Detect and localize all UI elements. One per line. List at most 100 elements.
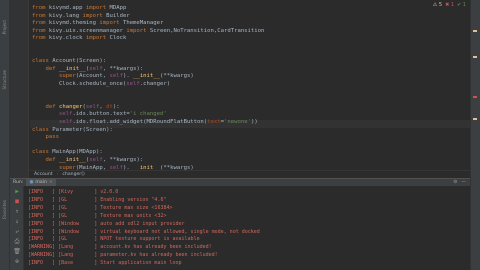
run-panel-header: Run: ● main × ⚙ — bbox=[10, 178, 470, 187]
minimize-icon[interactable]: — bbox=[461, 180, 466, 185]
code-token: kivy.lang bbox=[48, 12, 83, 19]
structure-tool-tab[interactable]: Structure bbox=[2, 70, 7, 89]
code-token: ). bbox=[122, 73, 134, 80]
console-line: [INFO ] [Base ] Start application main l… bbox=[28, 260, 182, 267]
code-token: text bbox=[207, 119, 221, 125]
code-token: kivy.clock bbox=[48, 35, 86, 42]
warning-marker[interactable] bbox=[473, 30, 477, 32]
scroll-up-icon[interactable]: ↑ bbox=[13, 208, 21, 216]
trash-icon[interactable]: 🗑 bbox=[13, 248, 21, 256]
code-token: __init__ bbox=[58, 65, 86, 72]
left-tool-strip: Project Structure Favorites bbox=[0, 0, 10, 270]
code-token: ): bbox=[112, 103, 120, 110]
print-icon[interactable]: ⎙ bbox=[13, 238, 21, 246]
code-token: def bbox=[45, 65, 59, 72]
inspection-widget[interactable]: ⚠ 5 ✖ 1 ✔ 1 bbox=[433, 2, 466, 8]
error-count: ✖ 1 bbox=[445, 2, 455, 8]
warning-marker[interactable] bbox=[473, 118, 477, 120]
code-token: from bbox=[32, 5, 49, 11]
right-scroll-strip[interactable] bbox=[470, 0, 480, 270]
code-editor[interactable]: from kivymd.app import MDApp from kivy.la… bbox=[30, 0, 470, 178]
run-tab-label: main bbox=[35, 180, 47, 185]
code-token: ThemeManager bbox=[122, 20, 164, 27]
console-line: [INFO ] [Kivy ] v2.0.0 bbox=[28, 189, 119, 195]
code-line[interactable]: Clock.schedule_once(self.changer) bbox=[32, 80, 170, 88]
scroll-down-icon[interactable]: ↓ bbox=[13, 218, 21, 226]
rerun-icon[interactable]: ▶ bbox=[13, 188, 21, 196]
code-token: __init__ bbox=[58, 157, 86, 163]
code-token: self bbox=[126, 81, 140, 87]
code-token: from bbox=[32, 12, 49, 19]
code-token: Account(Screen): bbox=[52, 58, 107, 65]
console-line: [INFO ] [GL ] Texture max units <32> bbox=[28, 212, 167, 219]
console-line: [INFO ] [Window ] auto add sdl2 input pr… bbox=[28, 220, 185, 227]
pin-icon[interactable]: ⊕ bbox=[13, 258, 21, 266]
run-label: Run: bbox=[13, 180, 24, 185]
code-token: import bbox=[85, 35, 110, 42]
console-line: [INFO ] [Window ] virtual keyboard not a… bbox=[28, 228, 260, 235]
code-token: from bbox=[32, 27, 49, 34]
code-token: import bbox=[85, 5, 110, 11]
code-token: kivymd.app bbox=[48, 5, 86, 11]
code-token: from bbox=[32, 35, 49, 42]
code-token: import bbox=[99, 20, 123, 27]
breadcrumb-item-class[interactable]: Account bbox=[34, 172, 53, 177]
code-token: kivymd.theming bbox=[48, 20, 100, 27]
code-token: Screen,NoTransition,CardTransition bbox=[149, 27, 265, 34]
code-token: class bbox=[32, 58, 53, 65]
code-token: dt bbox=[106, 103, 113, 110]
breadcrumb-item-method[interactable]: changer() bbox=[62, 172, 84, 177]
line-gutter bbox=[10, 0, 37, 178]
code-token: self bbox=[85, 103, 100, 110]
gear-icon[interactable]: ⚙ bbox=[453, 180, 457, 185]
code-token: MDApp bbox=[109, 5, 127, 11]
project-tool-tab[interactable]: Project bbox=[2, 20, 7, 34]
code-line[interactable]: pass bbox=[32, 133, 59, 141]
console-line: [WARNING] [Lang ] parameter.kv has alrea… bbox=[28, 252, 218, 259]
error-marker[interactable] bbox=[473, 96, 477, 98]
close-icon[interactable]: × bbox=[49, 180, 53, 185]
code-token: self bbox=[109, 73, 123, 80]
code-token: def bbox=[45, 103, 59, 110]
code-token: def bbox=[45, 157, 59, 163]
favorites-tool-tab[interactable]: Favorites bbox=[2, 200, 7, 219]
code-token: (**kwargs) bbox=[160, 73, 194, 80]
breadcrumb: Account › changer() bbox=[30, 170, 470, 178]
run-console[interactable]: [INFO ] [Kivy ] v2.0.0 [INFO ] [GL ] Enab… bbox=[24, 186, 470, 270]
console-line: [INFO ] [GL ] NPOT texture support is av… bbox=[28, 236, 200, 243]
code-token: import bbox=[82, 12, 107, 19]
code-token: Builder bbox=[106, 12, 130, 19]
code-token: self bbox=[58, 119, 73, 125]
run-toolbar: ▶ ■ ↑ ↓ ⤶ ⎙ 🗑 ⊕ bbox=[10, 186, 24, 270]
warning-marker[interactable] bbox=[473, 56, 477, 58]
python-icon: ● bbox=[29, 180, 34, 185]
code-token: self bbox=[89, 157, 103, 163]
code-token: super bbox=[58, 73, 76, 80]
code-token: Clock.schedule_once( bbox=[32, 81, 127, 87]
code-token: class bbox=[32, 149, 53, 156]
code-token: 'i changed' bbox=[129, 111, 167, 118]
ok-count: ✔ 1 bbox=[457, 2, 466, 8]
code-token: (Account, bbox=[75, 73, 110, 80]
breadcrumb-separator: › bbox=[56, 172, 59, 177]
code-token: .ids.float.add_widget(MDRoundFlatButton( bbox=[72, 119, 208, 125]
code-token: .ids.button.text= bbox=[72, 111, 130, 118]
code-token: , **kwargs): bbox=[102, 157, 144, 163]
code-token: class bbox=[32, 126, 53, 133]
code-token: )) bbox=[250, 119, 258, 125]
code-token: self bbox=[89, 65, 103, 72]
code-token: changer bbox=[58, 103, 83, 110]
wrap-icon[interactable]: ⤶ bbox=[13, 228, 21, 236]
code-token: __init__ bbox=[133, 73, 161, 80]
code-token: , **kwargs): bbox=[102, 65, 144, 72]
code-token: pass bbox=[45, 134, 59, 141]
warning-count: ⚠ 5 bbox=[432, 2, 443, 8]
code-token: MainApp(MDApp): bbox=[52, 149, 103, 156]
code-line[interactable]: from kivy.clock import Clock bbox=[32, 34, 126, 42]
stop-icon[interactable]: ■ bbox=[13, 198, 21, 206]
